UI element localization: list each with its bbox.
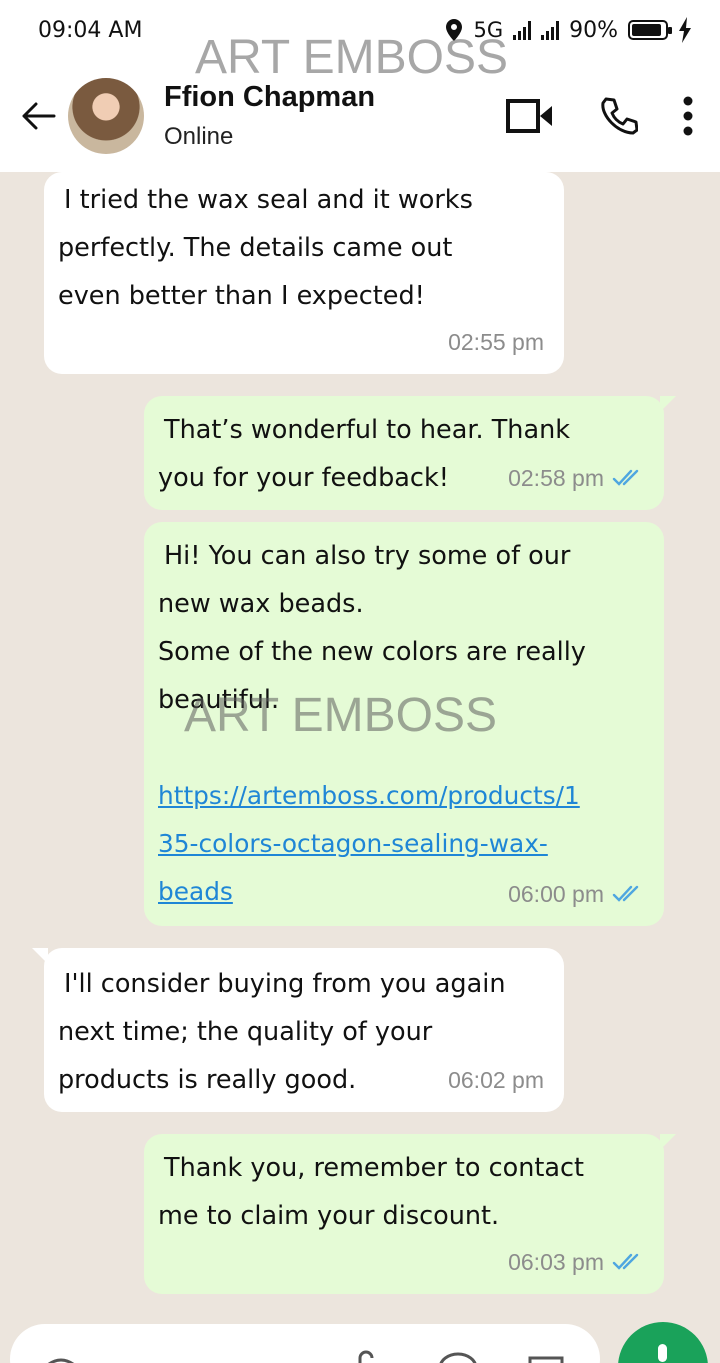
- message-line: Hi! You can also try some of our: [164, 541, 571, 571]
- avatar[interactable]: [68, 78, 144, 154]
- video-call-icon[interactable]: [506, 98, 554, 134]
- message-input[interactable]: [10, 1324, 600, 1363]
- chat-header: Ffion Chapman Online: [0, 60, 720, 172]
- bubble-tail: [660, 396, 676, 412]
- charging-icon: [679, 17, 691, 43]
- status-time: 09:04 AM: [38, 17, 143, 43]
- contact-info[interactable]: Ffion Chapman Online: [164, 78, 506, 154]
- message-line: new wax beads.: [158, 589, 364, 619]
- message-incoming[interactable]: I tried the wax seal and it works perfect…: [44, 172, 564, 374]
- battery-fill: [632, 24, 661, 36]
- message-line: I'll consider buying from you again: [64, 969, 506, 999]
- back-arrow-icon: [22, 102, 56, 130]
- contact-name: Ffion Chapman: [164, 81, 376, 113]
- bubble-tail: [660, 1134, 676, 1150]
- back-button[interactable]: [8, 101, 68, 131]
- message-incoming[interactable]: I'll consider buying from you again next …: [32, 948, 564, 1112]
- message-meta: 02:58 pm: [508, 454, 644, 502]
- attach-icon[interactable]: [354, 1350, 380, 1363]
- message-time: 02:55 pm: [448, 329, 544, 355]
- message-time: 06:00 pm: [508, 881, 604, 907]
- mic-icon: [658, 1344, 667, 1362]
- contact-status: Online: [164, 123, 234, 150]
- message-line: I tried the wax seal and it works: [64, 185, 473, 215]
- message-outgoing[interactable]: Thank you, remember to contact me to clai…: [144, 1134, 676, 1294]
- battery-icon: [628, 20, 672, 40]
- message-outgoing[interactable]: That’s wonderful to hear. Thank you for y…: [144, 396, 676, 510]
- status-bar: 09:04 AM 5G 90%: [0, 0, 720, 60]
- message-time: 06:03 pm: [508, 1249, 604, 1275]
- message-time: 02:58 pm: [508, 465, 604, 491]
- read-ticks-icon: [612, 1253, 639, 1270]
- message-text: I tried the wax seal and it works perfect…: [58, 176, 564, 320]
- phone-call-icon[interactable]: [598, 96, 638, 136]
- message-line: Some of the new colors are really: [158, 637, 586, 667]
- link-line[interactable]: https://artemboss.com/products/1: [158, 772, 664, 820]
- input-icons: [36, 1350, 86, 1363]
- message-meta: 06:00 pm: [508, 870, 644, 918]
- message-line: beautiful.: [158, 685, 280, 715]
- read-ticks-icon: [612, 469, 639, 486]
- location-icon: [446, 19, 463, 41]
- emoji-icon[interactable]: [36, 1350, 86, 1363]
- signal-icon: [541, 20, 560, 40]
- message-line: Thank you, remember to contact: [164, 1153, 585, 1183]
- message-time: 06:02 pm: [448, 1067, 544, 1093]
- gallery-icon[interactable]: [526, 1352, 566, 1363]
- message-line: me to claim your discount.: [158, 1201, 500, 1231]
- read-ticks-icon: [612, 885, 639, 902]
- message-line: next time; the quality of your: [58, 1017, 433, 1047]
- chat-screen: { "status_bar": { "time": "09:04 AM", "n…: [0, 0, 720, 1363]
- message-text: Thank you, remember to contact me to clai…: [158, 1144, 664, 1240]
- bubble-tail: [32, 948, 48, 964]
- network-type: 5G: [473, 18, 504, 42]
- message-line: That’s wonderful to hear. Thank: [164, 415, 570, 445]
- message-line: even better than I expected!: [58, 281, 425, 311]
- message-line: perfectly. The details came out: [58, 233, 453, 263]
- status-icons: 5G 90%: [445, 17, 692, 43]
- message-meta: 06:03 pm: [508, 1238, 644, 1286]
- header-actions: [506, 96, 694, 136]
- link-line[interactable]: beads: [158, 868, 233, 916]
- signal-icon: [513, 20, 532, 40]
- camera-icon[interactable]: [436, 1350, 480, 1363]
- battery-percent: 90%: [569, 17, 618, 43]
- mic-button[interactable]: [618, 1322, 708, 1363]
- more-vertical-icon[interactable]: [682, 96, 694, 136]
- message-text: Hi! You can also try some of our new wax …: [158, 532, 664, 916]
- message-outgoing[interactable]: Hi! You can also try some of our new wax …: [144, 522, 664, 926]
- link-line[interactable]: 35-colors-octagon-sealing-wax-: [158, 820, 664, 868]
